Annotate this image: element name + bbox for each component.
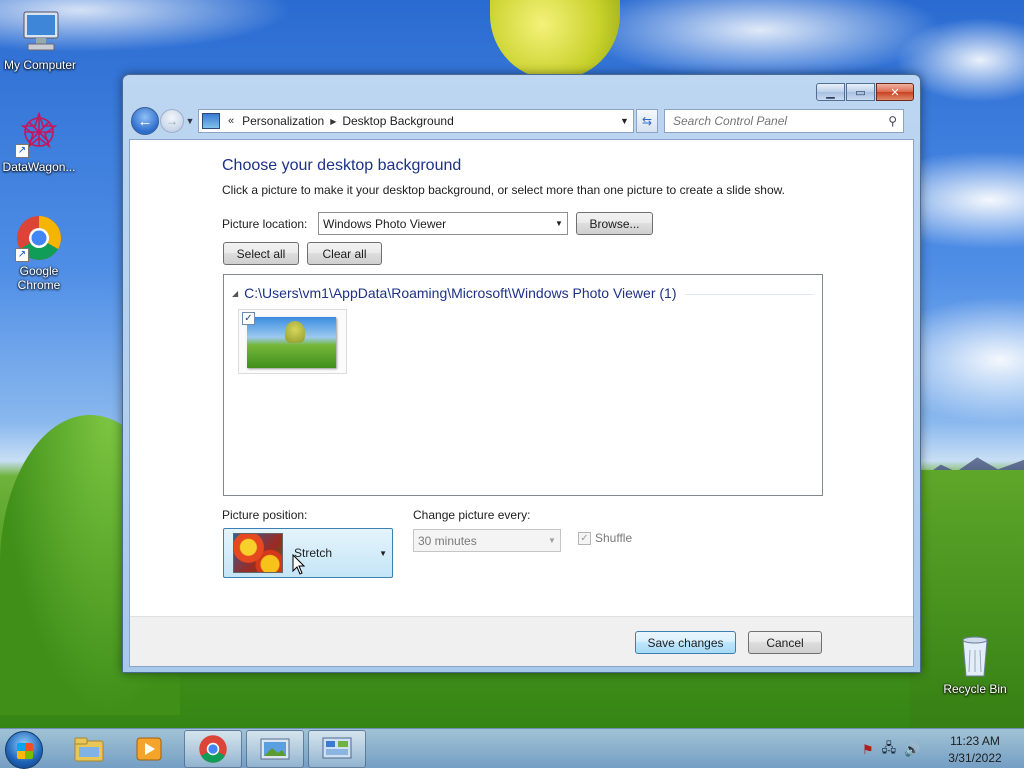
- windows-explorer-icon: [74, 737, 104, 762]
- computer-icon: [16, 8, 64, 56]
- desktop-icon-label: DataWagon...: [2, 160, 76, 174]
- photo-viewer-icon: [260, 738, 290, 760]
- action-center-icon[interactable]: ⚑: [862, 742, 874, 758]
- search-box[interactable]: ⚲: [664, 109, 904, 133]
- checkbox-check-icon: ✓: [578, 531, 591, 545]
- control-panel-icon: [322, 737, 352, 759]
- thumbnail-image: [247, 317, 336, 368]
- picture-location-select[interactable]: Windows Photo Viewer ▼: [318, 212, 568, 235]
- select-all-button[interactable]: Select all: [223, 242, 299, 265]
- minimize-icon: ▁: [826, 86, 835, 99]
- control-panel-icon: [202, 113, 220, 129]
- search-icon[interactable]: ⚲: [888, 114, 897, 128]
- clock-time: 11:23 AM: [950, 734, 1000, 748]
- shortcut-arrow-icon: ↗: [15, 248, 29, 262]
- dialog-footer: Save changes Cancel: [130, 616, 913, 666]
- gallery-group-title: C:\Users\vm1\AppData\Roaming\Microsoft\W…: [244, 285, 677, 301]
- taskbar-chrome-button[interactable]: [184, 730, 242, 768]
- picture-location-value: Windows Photo Viewer: [323, 216, 447, 231]
- address-dropdown-icon[interactable]: ▼: [615, 116, 633, 126]
- breadcrumb-desktop-background[interactable]: Desktop Background: [338, 114, 457, 128]
- chrome-icon: [199, 735, 227, 763]
- minimize-button[interactable]: ▁: [816, 83, 845, 101]
- page-title: Choose your desktop background: [222, 157, 462, 174]
- recycle-bin-icon: [951, 632, 999, 680]
- recent-pages-dropdown[interactable]: ▼: [184, 116, 196, 126]
- maximize-icon: ▭: [855, 86, 866, 99]
- desktop-icon-my-computer[interactable]: My Computer: [0, 8, 80, 72]
- media-player-icon: [136, 737, 162, 761]
- thumbnail-checkbox[interactable]: ✓: [242, 312, 255, 325]
- network-icon[interactable]: 🖧: [882, 739, 897, 761]
- chevron-down-icon: ▼: [548, 536, 556, 545]
- navigation-bar: ← → ▼ « Personalization ▶ Desktop Backgr…: [131, 107, 913, 135]
- volume-icon[interactable]: 🔊: [904, 742, 920, 758]
- desktop-background-window: ▁ ▭ ✕ ← → ▼ « Personalization ▶ Desktop …: [122, 74, 921, 673]
- picture-location-label: Picture location:: [222, 217, 308, 231]
- desktop-icon-label: My Computer: [3, 58, 77, 72]
- forward-button[interactable]: →: [160, 109, 184, 133]
- shuffle-label: Shuffle: [595, 531, 633, 545]
- content-pane: Choose your desktop background Click a p…: [129, 139, 914, 667]
- breadcrumb-separator-icon[interactable]: ▶: [328, 117, 338, 126]
- taskbar-explorer-button[interactable]: [60, 730, 118, 768]
- clear-all-button[interactable]: Clear all: [307, 242, 382, 265]
- start-button[interactable]: [5, 731, 43, 769]
- change-interval-select: 30 minutes ▼: [413, 529, 561, 552]
- change-interval-label: Change picture every:: [413, 508, 531, 522]
- shortcut-arrow-icon: ↗: [15, 144, 29, 158]
- clock-date: 3/31/2022: [948, 751, 1002, 765]
- search-input[interactable]: [673, 114, 889, 128]
- taskbar-control-panel-button[interactable]: [308, 730, 366, 768]
- chevron-down-icon: ▼: [379, 548, 387, 558]
- datawagon-icon: ↗: [15, 110, 63, 158]
- desktop-icon-label: Google Chrome: [17, 264, 61, 292]
- breadcrumb-personalization[interactable]: Personalization: [238, 114, 328, 128]
- desktop-icon-google-chrome[interactable]: ↗ Google Chrome: [0, 214, 79, 292]
- forward-arrow-icon: →: [166, 114, 178, 128]
- back-button[interactable]: ←: [131, 107, 159, 135]
- shuffle-checkbox: ✓ Shuffle: [578, 531, 632, 545]
- close-icon: ✕: [890, 86, 900, 99]
- group-divider: [684, 293, 814, 295]
- address-bar[interactable]: « Personalization ▶ Desktop Background ▼: [198, 109, 634, 133]
- page-description: Click a picture to make it your desktop …: [222, 183, 785, 197]
- back-arrow-icon: ←: [137, 112, 153, 130]
- taskbar-clock[interactable]: 11:23 AM 3/31/2022: [940, 733, 1010, 767]
- taskbar-photo-viewer-button[interactable]: [246, 730, 304, 768]
- chevron-down-icon: ▼: [185, 116, 195, 126]
- mouse-cursor-icon: [292, 554, 306, 575]
- save-changes-button[interactable]: Save changes: [635, 631, 736, 654]
- change-interval-value: 30 minutes: [418, 533, 477, 548]
- position-preview-image: [233, 533, 283, 573]
- taskbar-media-player-button[interactable]: [120, 730, 178, 768]
- refresh-icon: ⇆: [641, 114, 653, 128]
- breadcrumb-overflow[interactable]: «: [224, 115, 238, 127]
- picture-thumbnail[interactable]: ✓: [238, 309, 347, 374]
- picture-position-label: Picture position:: [222, 508, 308, 522]
- cancel-button[interactable]: Cancel: [748, 631, 822, 654]
- collapse-triangle-icon[interactable]: ◢: [232, 289, 238, 298]
- picture-gallery[interactable]: ◢ C:\Users\vm1\AppData\Roaming\Microsoft…: [223, 274, 823, 496]
- browse-button[interactable]: Browse...: [576, 212, 653, 235]
- desktop-icon-recycle-bin[interactable]: Recycle Bin: [935, 632, 1015, 696]
- gallery-group-header[interactable]: ◢ C:\Users\vm1\AppData\Roaming\Microsoft…: [232, 285, 814, 301]
- desktop-icon-label: Recycle Bin: [943, 682, 1007, 696]
- desktop-icon-datawagon[interactable]: ↗ DataWagon...: [0, 110, 79, 174]
- window-controls: ▁ ▭ ✕: [815, 83, 914, 101]
- refresh-button[interactable]: ⇆: [636, 109, 658, 133]
- windows-logo-icon: [17, 743, 33, 759]
- maximize-button[interactable]: ▭: [846, 83, 875, 101]
- chevron-down-icon: ▼: [555, 219, 563, 228]
- taskbar: ⚑ 🖧 🔊 11:23 AM 3/31/2022: [0, 728, 1024, 769]
- close-button[interactable]: ✕: [876, 83, 914, 101]
- picture-position-select[interactable]: Stretch ▼: [223, 528, 393, 578]
- system-tray: ⚑ 🖧 🔊: [862, 739, 928, 761]
- chrome-icon: ↗: [15, 214, 63, 262]
